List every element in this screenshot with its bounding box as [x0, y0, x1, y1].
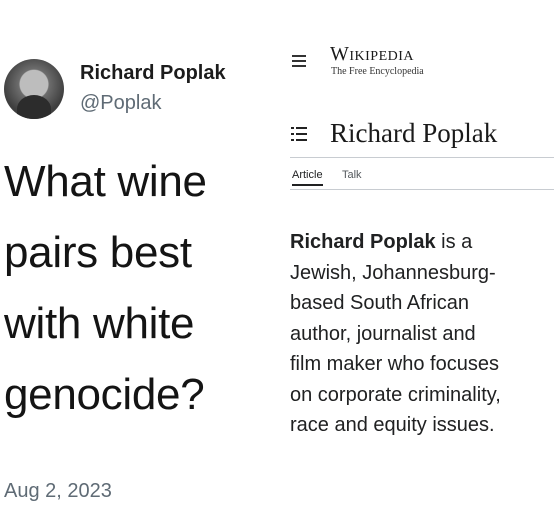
tabs-divider	[290, 189, 554, 190]
tweet-card: Richard Poplak @Poplak What wine pairs b…	[0, 0, 268, 517]
tab-article[interactable]: Article	[292, 169, 323, 186]
tab-talk[interactable]: Talk	[342, 169, 362, 181]
tweet-timestamp[interactable]: Aug 2, 2023	[4, 480, 112, 503]
menu-icon[interactable]	[292, 55, 306, 67]
lead-line: race and equity issues.	[290, 414, 495, 436]
lead-line: Jewish, Johannesburg-	[290, 261, 496, 284]
title-divider	[290, 157, 554, 158]
avatar[interactable]	[4, 59, 64, 119]
article-subject: Richard Poplak	[290, 231, 436, 253]
lead-line: based South African	[290, 292, 470, 314]
tweet-text-line: genocide?	[4, 370, 205, 419]
table-of-contents-icon[interactable]	[291, 127, 307, 141]
tweet-text: What wine pairs best with white genocide…	[4, 146, 266, 430]
lead-line: film maker who focuses	[290, 353, 499, 375]
lead-line: author, journalist and	[290, 322, 476, 345]
tweet-author-name[interactable]: Richard Poplak	[80, 62, 226, 85]
article-title: Richard Poplak	[330, 118, 498, 148]
tweet-text-line: with white	[4, 299, 195, 348]
article-lead-paragraph: Richard Poplak is a Jewish, Johannesburg…	[290, 227, 554, 441]
wikipedia-page: Wikipedia The Free Encyclopedia Richard …	[270, 0, 554, 517]
tweet-author-handle[interactable]: @Poplak	[80, 92, 161, 115]
lead-line: Richard Poplak is a	[290, 227, 554, 258]
lead-line-rest: is a	[435, 231, 473, 253]
tweet-text-line: What wine	[4, 157, 207, 206]
wikipedia-wordmark[interactable]: Wikipedia	[330, 43, 414, 66]
wikipedia-tagline: The Free Encyclopedia	[331, 66, 424, 77]
lead-line: on corporate criminality,	[290, 383, 501, 406]
tweet-text-line: pairs best	[4, 228, 192, 277]
